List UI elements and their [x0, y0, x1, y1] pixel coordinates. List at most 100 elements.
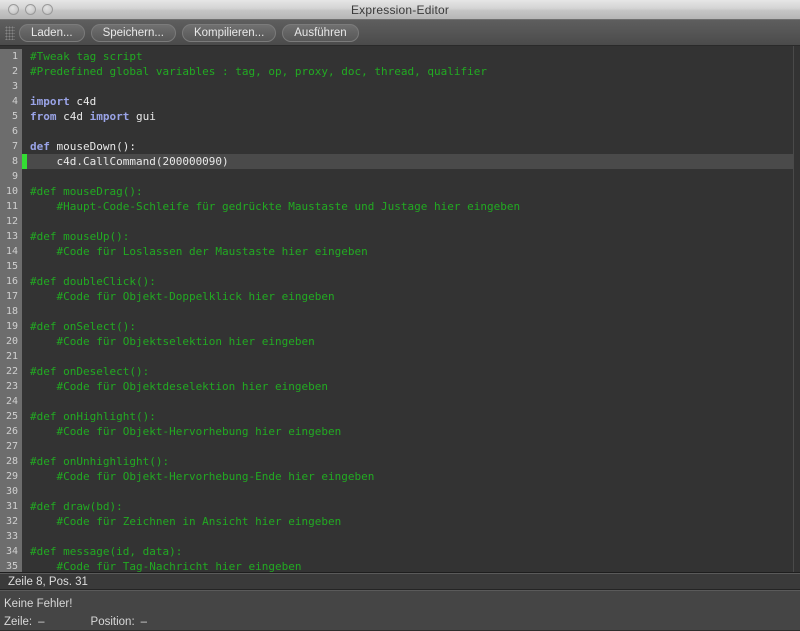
error-position-value: – — [140, 616, 148, 628]
line-number: 5 — [0, 109, 22, 124]
code-line[interactable]: 31 #def draw(bd): — [0, 499, 793, 514]
load-button[interactable]: Laden... — [19, 23, 85, 42]
code-line[interactable]: 15 — [0, 259, 793, 274]
line-number: 22 — [0, 364, 22, 379]
code-token: #Tweak tag script — [30, 50, 143, 63]
code-text[interactable] — [27, 439, 793, 454]
code-line[interactable]: 27 — [0, 439, 793, 454]
code-text[interactable] — [27, 394, 793, 409]
toolbar: Laden... Speichern... Kompilieren... Aus… — [0, 20, 800, 46]
code-text[interactable]: #Code für Objekt-Doppelklick hier eingeb… — [27, 289, 793, 304]
code-line[interactable]: 30 — [0, 484, 793, 499]
code-line[interactable]: 1 #Tweak tag script — [0, 49, 793, 64]
code-text[interactable]: import c4d — [27, 94, 793, 109]
code-line[interactable]: 34 #def message(id, data): — [0, 544, 793, 559]
code-line[interactable]: 23 #Code für Objektdeselektion hier eing… — [0, 379, 793, 394]
code-text[interactable] — [27, 79, 793, 94]
code-line[interactable]: 19 #def onSelect(): — [0, 319, 793, 334]
code-line[interactable]: 17 #Code für Objekt-Doppelklick hier ein… — [0, 289, 793, 304]
code-text[interactable]: #def mouseUp(): — [27, 229, 793, 244]
code-token: #def doubleClick(): — [30, 275, 156, 288]
save-button[interactable]: Speichern... — [90, 23, 176, 42]
code-text[interactable]: #Haupt-Code-Schleife für gedrückte Maust… — [27, 199, 793, 214]
code-text[interactable] — [27, 169, 793, 184]
line-number: 2 — [0, 64, 22, 79]
title-bar: Expression-Editor — [0, 0, 800, 20]
code-line[interactable]: 28 #def onUnhighlight(): — [0, 454, 793, 469]
code-line[interactable]: 7 def mouseDown(): — [0, 139, 793, 154]
code-line[interactable]: 22 #def onDeselect(): — [0, 364, 793, 379]
code-token: #def onDeselect(): — [30, 365, 150, 378]
zoom-icon[interactable] — [42, 4, 53, 15]
code-text[interactable]: #def draw(bd): — [27, 499, 793, 514]
code-text[interactable]: from c4d import gui — [27, 109, 793, 124]
code-text[interactable]: #def mouseDrag(): — [27, 184, 793, 199]
code-text[interactable]: #Tweak tag script — [27, 49, 793, 64]
code-token: #Code für Tag-Nachricht hier eingeben — [30, 560, 302, 572]
code-text[interactable]: #def onUnhighlight(): — [27, 454, 793, 469]
code-line[interactable]: 6 — [0, 124, 793, 139]
code-line[interactable]: 4 import c4d — [0, 94, 793, 109]
code-text[interactable] — [27, 529, 793, 544]
code-line[interactable]: 35 #Code für Tag-Nachricht hier eingeben — [0, 559, 793, 572]
code-line[interactable]: 29 #Code für Objekt-Hervorhebung-Ende hi… — [0, 469, 793, 484]
code-editor-area[interactable]: 1 #Tweak tag script 2 #Predefined global va… — [0, 46, 800, 573]
line-number: 7 — [0, 139, 22, 154]
code-text[interactable]: #def onDeselect(): — [27, 364, 793, 379]
code-editor[interactable]: 1 #Tweak tag script 2 #Predefined global va… — [0, 46, 794, 572]
code-line[interactable]: 3 — [0, 79, 793, 94]
code-line[interactable]: 24 — [0, 394, 793, 409]
code-line[interactable]: 20 #Code für Objektselektion hier eingeb… — [0, 334, 793, 349]
code-token: #def onSelect(): — [30, 320, 136, 333]
code-line[interactable]: 2 #Predefined global variables : tag, op,… — [0, 64, 793, 79]
close-icon[interactable] — [8, 4, 19, 15]
code-text[interactable]: #def onSelect(): — [27, 319, 793, 334]
code-text[interactable]: def mouseDown(): — [27, 139, 793, 154]
code-line[interactable]: 14 #Code für Loslassen der Maustaste hie… — [0, 244, 793, 259]
code-text[interactable]: #def doubleClick(): — [27, 274, 793, 289]
code-token: #Code für Objekt-Hervorhebung hier einge… — [30, 425, 342, 438]
code-text[interactable]: #Code für Tag-Nachricht hier eingeben — [27, 559, 793, 572]
line-number: 10 — [0, 184, 22, 199]
code-text[interactable]: #Code für Objektdeselektion hier eingebe… — [27, 379, 793, 394]
code-text[interactable]: #Code für Objekt-Hervorhebung hier einge… — [27, 424, 793, 439]
code-line[interactable]: 5 from c4d import gui — [0, 109, 793, 124]
code-line[interactable]: 12 — [0, 214, 793, 229]
code-line[interactable]: 10 #def mouseDrag(): — [0, 184, 793, 199]
code-text[interactable]: #Code für Objekt-Hervorhebung-Ende hier … — [27, 469, 793, 484]
code-line[interactable]: 26 #Code für Objekt-Hervorhebung hier ei… — [0, 424, 793, 439]
code-line[interactable]: 21 — [0, 349, 793, 364]
run-button[interactable]: Ausführen — [282, 23, 359, 42]
code-text[interactable] — [27, 304, 793, 319]
code-text[interactable]: #Code für Loslassen der Maustaste hier e… — [27, 244, 793, 259]
line-number: 19 — [0, 319, 22, 334]
code-text[interactable] — [27, 214, 793, 229]
code-text[interactable] — [27, 259, 793, 274]
drag-grip-icon[interactable] — [5, 25, 15, 40]
line-number: 25 — [0, 409, 22, 424]
minimize-icon[interactable] — [25, 4, 36, 15]
error-message-text: Keine Fehler! — [4, 598, 73, 610]
code-line[interactable]: 18 — [0, 304, 793, 319]
code-line[interactable]: 8 c4d.CallCommand(200000090) — [0, 154, 793, 169]
code-text[interactable]: c4d.CallCommand(200000090) — [27, 154, 793, 169]
code-line[interactable]: 11 #Haupt-Code-Schleife für gedrückte Ma… — [0, 199, 793, 214]
line-number: 15 — [0, 259, 22, 274]
code-text[interactable]: #Code für Zeichnen in Ansicht hier einge… — [27, 514, 793, 529]
compile-button[interactable]: Kompilieren... — [181, 23, 277, 42]
code-line[interactable]: 16 #def doubleClick(): — [0, 274, 793, 289]
code-text[interactable]: #def message(id, data): — [27, 544, 793, 559]
code-text[interactable]: #Code für Objektselektion hier eingeben — [27, 334, 793, 349]
code-line[interactable]: 32 #Code für Zeichnen in Ansicht hier ei… — [0, 514, 793, 529]
code-line[interactable]: 33 — [0, 529, 793, 544]
code-lines[interactable]: 1 #Tweak tag script 2 #Predefined global va… — [0, 46, 793, 572]
code-line[interactable]: 13 #def mouseUp(): — [0, 229, 793, 244]
code-text[interactable] — [27, 484, 793, 499]
code-text[interactable]: #Predefined global variables : tag, op, … — [27, 64, 793, 79]
code-line[interactable]: 9 — [0, 169, 793, 184]
code-text[interactable] — [27, 349, 793, 364]
code-text[interactable] — [27, 124, 793, 139]
code-line[interactable]: 25 #def onHighlight(): — [0, 409, 793, 424]
line-number: 20 — [0, 334, 22, 349]
code-text[interactable]: #def onHighlight(): — [27, 409, 793, 424]
